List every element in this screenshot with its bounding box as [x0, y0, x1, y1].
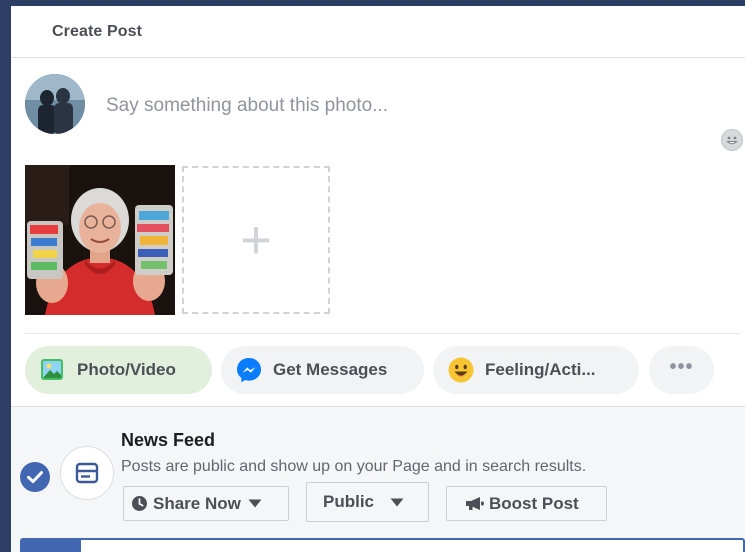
chevron-down-icon	[390, 498, 404, 506]
emoji-face-icon	[726, 136, 738, 145]
emoji-picker-icon[interactable]	[721, 129, 743, 151]
avatar[interactable]	[25, 74, 85, 134]
share-now-dropdown[interactable]: Share Now	[123, 486, 289, 521]
feeling-activity-button[interactable]: Feeling/Acti...	[433, 346, 639, 394]
clock-icon	[132, 496, 147, 511]
audience-label: Public	[323, 492, 375, 511]
news-feed-icon	[60, 446, 114, 500]
more-icon: •••	[669, 356, 694, 378]
news-feed-title: News Feed	[121, 430, 216, 450]
publish-bar[interactable]	[20, 538, 745, 552]
uploaded-photo-thumbnail[interactable]	[25, 165, 175, 315]
feeling-icon	[448, 357, 474, 383]
megaphone-icon	[466, 497, 484, 510]
boost-post-button[interactable]: Boost Post	[446, 486, 607, 521]
get-messages-label: Get Messages	[273, 360, 388, 379]
photo-icon	[41, 359, 63, 380]
dialog-header: Create Post	[11, 6, 745, 58]
publishing-section	[11, 406, 745, 552]
photo-video-button[interactable]: Photo/Video	[25, 346, 212, 394]
audience-selector[interactable]: Public	[306, 482, 429, 522]
chevron-down-icon	[248, 499, 262, 508]
post-text-input[interactable]	[104, 92, 668, 120]
news-feed-description: Posts are public and show up on your Pag…	[121, 458, 587, 475]
get-messages-button[interactable]: Get Messages	[221, 346, 424, 394]
create-post-tab[interactable]: Create Post	[52, 23, 142, 41]
plus-icon: +	[240, 210, 272, 270]
more-options-button[interactable]: •••	[649, 346, 714, 394]
uploaded-photo-image	[25, 165, 175, 315]
boost-post-label: Boost Post	[489, 493, 579, 513]
create-post-dialog: Create Post Say something about this pho…	[11, 6, 745, 552]
share-now-label: Share Now	[153, 493, 241, 513]
feed-document-icon	[75, 462, 99, 484]
news-feed-checkbox[interactable]	[20, 462, 50, 492]
add-photo-button[interactable]: +	[182, 166, 330, 314]
publish-bar-accent	[22, 540, 81, 552]
divider	[25, 333, 741, 334]
checkmark-icon	[27, 471, 43, 484]
messenger-icon	[237, 358, 261, 383]
photo-video-label: Photo/Video	[77, 360, 176, 379]
avatar-image	[25, 74, 85, 134]
feeling-activity-label: Feeling/Acti...	[485, 360, 596, 379]
